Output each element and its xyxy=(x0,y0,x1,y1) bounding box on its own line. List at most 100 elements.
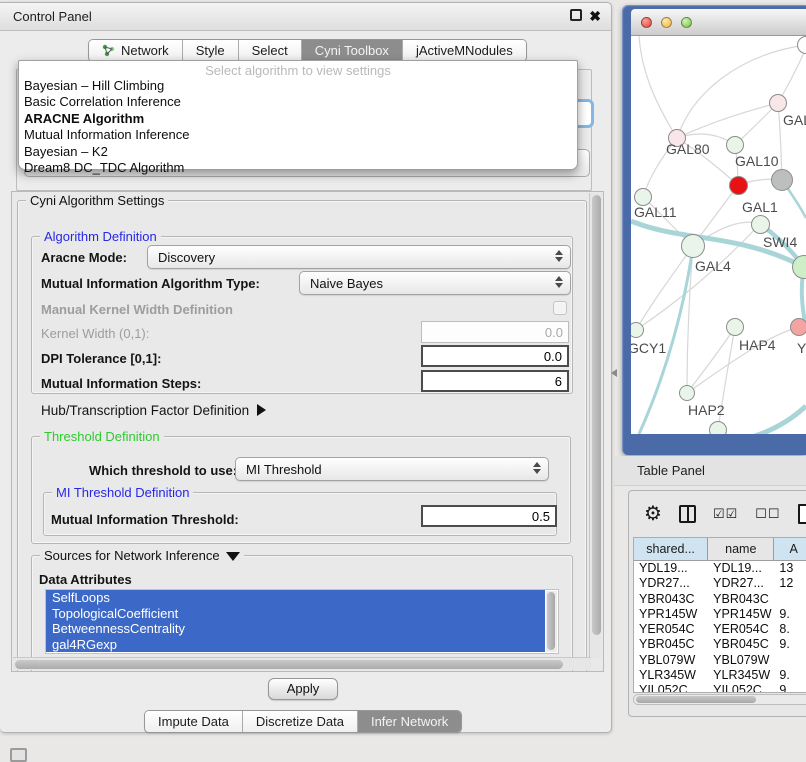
table-row[interactable]: YBL079WYBL079W xyxy=(634,653,806,668)
network-edge[interactable] xyxy=(687,327,735,393)
algorithm-option[interactable]: Bayesian – K2 xyxy=(19,144,577,160)
table-row[interactable]: YIL052CYIL052C9 xyxy=(634,683,806,693)
table-row[interactable]: YBR045CYBR045C9. xyxy=(634,637,806,652)
tab-style[interactable]: Style xyxy=(183,40,239,61)
column-header-A[interactable]: A xyxy=(774,538,806,560)
network-node-gal4[interactable] xyxy=(681,234,705,258)
kernel-width-field[interactable] xyxy=(421,321,569,343)
tab-impute-data[interactable]: Impute Data xyxy=(145,711,243,732)
network-node-gal1[interactable] xyxy=(729,176,748,195)
table-cell: YIL052C xyxy=(708,683,774,693)
algorithm-option[interactable]: ARACNE Algorithm xyxy=(19,111,577,127)
network-node[interactable] xyxy=(771,169,793,191)
tab-infer-network[interactable]: Infer Network xyxy=(358,711,461,732)
tab-cyni-toolbox[interactable]: Cyni Toolbox xyxy=(302,40,403,61)
algorithm-option[interactable]: Mutual Information Inference xyxy=(19,127,577,143)
table-row[interactable]: YDR27...YDR27...12 xyxy=(634,576,806,591)
node-attribute-table[interactable]: shared...nameA YDL19...YDL19...13YDR27..… xyxy=(633,537,806,693)
network-edge[interactable] xyxy=(639,36,677,138)
attribute-item[interactable]: SelfLoops xyxy=(46,590,545,606)
document-icon[interactable] xyxy=(798,504,806,524)
network-edge[interactable] xyxy=(749,406,806,434)
mi-algorithm-type-combobox[interactable]: Naive Bayes xyxy=(299,271,571,295)
cyni-settings-scroll-area: Cyni Algorithm Settings Algorithm Defini… xyxy=(11,191,604,672)
network-icon xyxy=(102,44,115,57)
tab-network[interactable]: Network xyxy=(89,40,183,61)
table-row[interactable]: YPR145WYPR145W9. xyxy=(634,607,806,622)
mi-threshold-field[interactable] xyxy=(421,505,557,527)
tab-select[interactable]: Select xyxy=(239,40,302,61)
table-cell: 9 xyxy=(774,683,806,693)
bottom-tab-bar: Impute DataDiscretize DataInfer Network xyxy=(144,710,462,733)
sources-title: Sources for Network Inference xyxy=(40,548,244,563)
combo-arrows-icon xyxy=(555,250,563,262)
node-label: GAL10 xyxy=(735,153,779,169)
dpi-tolerance-field[interactable] xyxy=(421,345,569,367)
gear-icon[interactable]: ⚙ xyxy=(644,504,662,524)
algorithm-option[interactable]: Bayesian – Hill Climbing xyxy=(19,78,577,94)
manual-kernel-width-label: Manual Kernel Width Definition xyxy=(41,302,233,317)
window-zoom-button[interactable] xyxy=(681,17,692,28)
float-window-icon[interactable] xyxy=(570,9,582,21)
settings-vertical-scrollbar[interactable] xyxy=(589,193,602,658)
network-node-y[interactable] xyxy=(790,318,806,336)
settings-horizontal-scrollbar[interactable] xyxy=(13,657,591,670)
tab-discretize-data[interactable]: Discretize Data xyxy=(243,711,358,732)
close-panel-icon[interactable]: ✖ xyxy=(589,9,601,23)
tab-jactivemnodules[interactable]: jActiveMNodules xyxy=(403,40,526,61)
attribute-item[interactable]: BetweennessCentrality xyxy=(46,621,545,637)
which-threshold-combobox[interactable]: MI Threshold xyxy=(235,457,549,481)
split-view-icon[interactable] xyxy=(679,505,696,523)
network-node-swi4[interactable] xyxy=(751,215,770,234)
aracne-mode-combobox[interactable]: Discovery xyxy=(147,245,571,269)
table-row[interactable]: YDL19...YDL19...13 xyxy=(634,561,806,576)
table-cell xyxy=(774,653,806,668)
network-canvas[interactable]: GALGAL80GAL10GAL1GAL11SWI4GAL4GCY1HAP4YH… xyxy=(631,36,806,434)
table-row[interactable]: YBR043CYBR043C xyxy=(634,592,806,607)
algorithm-option[interactable]: Dream8 DC_TDC Algorithm xyxy=(19,160,577,176)
table-cell xyxy=(774,592,806,607)
control-panel-titlebar: Control Panel ✖ xyxy=(0,3,611,31)
table-horizontal-scrollbar[interactable] xyxy=(633,694,806,705)
table-row[interactable]: YER054CYER054C8. xyxy=(634,622,806,637)
table-cell: 13 xyxy=(774,561,806,576)
manual-kernel-width-checkbox[interactable] xyxy=(553,301,567,315)
mi-threshold-label: Mutual Information Threshold: xyxy=(51,512,239,527)
table-cell: YBL079W xyxy=(634,653,708,668)
panel-splitter-handle[interactable] xyxy=(611,369,618,377)
network-node-gal[interactable] xyxy=(769,94,787,112)
attribute-item[interactable]: gal4RGexp xyxy=(46,637,545,653)
unchecked-checkboxes-icon[interactable]: ☐☐ xyxy=(755,506,780,522)
node-label: GAL4 xyxy=(695,258,731,274)
data-attributes-list[interactable]: SelfLoopsTopologicalCoefficientBetweenne… xyxy=(45,589,559,654)
table-cell: YER054C xyxy=(634,622,708,637)
network-node[interactable] xyxy=(709,421,727,434)
mi-steps-field[interactable] xyxy=(421,370,569,392)
algorithm-option[interactable]: Basic Correlation Inference xyxy=(19,94,577,110)
mi-steps-label: Mutual Information Steps: xyxy=(41,376,201,391)
column-header-shared[interactable]: shared... xyxy=(634,538,708,560)
kernel-width-label: Kernel Width (0,1): xyxy=(41,326,149,341)
control-panel-title: Control Panel xyxy=(13,9,92,24)
hub-definition-toggle[interactable]: Hub/Transcription Factor Definition xyxy=(41,403,266,418)
window-close-button[interactable] xyxy=(641,17,652,28)
network-node-hap4[interactable] xyxy=(726,318,744,336)
node-label: SWI4 xyxy=(763,234,797,250)
window-minimize-button[interactable] xyxy=(661,17,672,28)
data-attributes-label: Data Attributes xyxy=(39,572,132,587)
network-node-gal10[interactable] xyxy=(726,136,744,154)
apply-button[interactable]: Apply xyxy=(268,678,338,700)
column-header-name[interactable]: name xyxy=(708,538,774,560)
collapse-down-icon[interactable] xyxy=(226,552,240,561)
node-label: Y xyxy=(797,340,806,356)
table-cell: 9. xyxy=(774,607,806,622)
floating-panel-icon[interactable] xyxy=(10,748,27,762)
attribute-item[interactable]: TopologicalCoefficient xyxy=(46,606,545,622)
attributes-list-scrollbar[interactable] xyxy=(546,591,557,652)
checked-checkboxes-icon[interactable]: ☑☑ xyxy=(713,506,738,522)
network-window-titlebar[interactable] xyxy=(631,9,806,36)
network-node-hap2[interactable] xyxy=(679,385,695,401)
table-row[interactable]: YLR345WYLR345W9. xyxy=(634,668,806,683)
table-panel-toolbar: ⚙ ☑☑ ☐☐ xyxy=(629,491,806,537)
mi-threshold-title: MI Threshold Definition xyxy=(52,485,193,500)
